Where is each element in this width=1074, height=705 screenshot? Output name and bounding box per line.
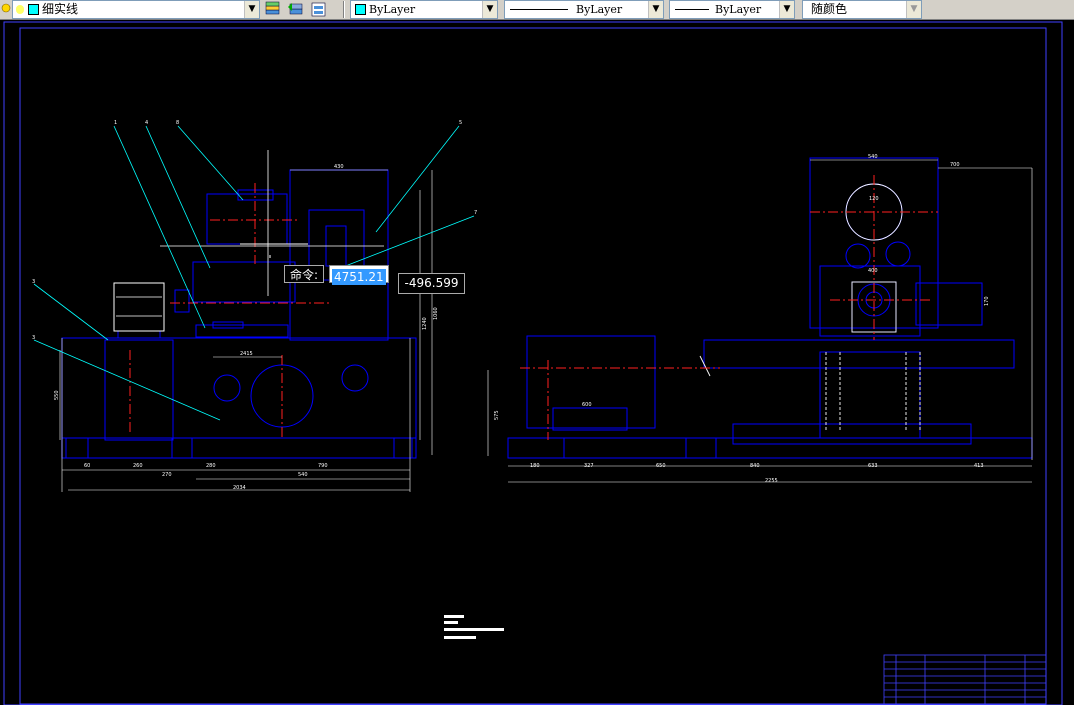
lineweight-control-value: ByLayer	[715, 3, 762, 16]
properties-toolbar: 细实线 ▼ ByLayer ▼ ByLayer ▼ ByLayer ▼ 随颜色 …	[0, 0, 1074, 20]
linetype-control-combo[interactable]: ByLayer ▼	[504, 0, 664, 19]
right-view	[487, 157, 1033, 483]
layer-previous-icon[interactable]	[286, 1, 306, 18]
dim-label: 400	[868, 268, 878, 274]
command-prompt-label: 命令:	[284, 265, 324, 283]
balloon-label: 1	[114, 120, 117, 126]
chevron-down-icon[interactable]: ▼	[779, 1, 794, 18]
linetype-name-combo[interactable]: 细实线 ▼	[12, 0, 260, 19]
linetype-control-value: ByLayer	[576, 3, 623, 16]
dim-label: 540	[298, 472, 308, 478]
lineweight-control-combo[interactable]: ByLayer ▼	[669, 0, 795, 19]
dim-label: 2415	[240, 351, 253, 357]
dim-label: 1060	[433, 307, 439, 320]
dim-label: 1240	[422, 317, 428, 330]
dim-label: 120	[869, 196, 879, 202]
balloon-label: 7	[474, 210, 477, 216]
dim-label: 60	[84, 463, 90, 469]
dim-label: 550	[54, 390, 60, 400]
dim-label: 540	[868, 154, 878, 160]
lightbulb-icon	[16, 5, 24, 14]
layer-states-icon[interactable]	[309, 1, 329, 18]
dim-label: 180	[530, 463, 540, 469]
balloon-label: 3	[32, 335, 35, 341]
linetype-name-value: 细实线	[42, 2, 79, 16]
lineweight-sample	[675, 9, 709, 10]
dim-label: 633	[868, 463, 878, 469]
dim-label: 270	[162, 472, 172, 478]
dim-label: 2255	[765, 478, 778, 484]
color-control-value: ByLayer	[369, 3, 416, 16]
balloon-label: 4	[145, 120, 148, 126]
balloon-label: 3	[32, 279, 35, 285]
chevron-down-icon[interactable]: ▼	[244, 1, 259, 18]
chevron-down-icon[interactable]: ▼	[482, 1, 497, 18]
dim-label: 170	[984, 296, 990, 306]
dim-label: 650	[656, 463, 666, 469]
linetype-sample	[510, 9, 568, 10]
color-control-combo[interactable]: ByLayer ▼	[350, 0, 498, 19]
dim-label: 600	[582, 402, 592, 408]
dim-label: 2034	[233, 485, 246, 491]
dim-label: 840	[750, 463, 760, 469]
dim-label: 280	[206, 463, 216, 469]
drawing-border	[3, 21, 1063, 705]
color-swatch	[355, 4, 366, 15]
chevron-down-icon[interactable]: ▼	[648, 1, 663, 18]
dim-label: 260	[133, 463, 143, 469]
chevron-down-icon[interactable]: ▼	[906, 1, 921, 18]
plotstyle-control-value: 随颜色	[811, 2, 848, 16]
dim-label: 327	[584, 463, 594, 469]
make-object-layer-current-icon[interactable]	[263, 1, 283, 18]
toolbar-separator	[343, 1, 345, 18]
dim-label: 790	[318, 463, 328, 469]
dim-label: 413	[974, 463, 984, 469]
color-swatch	[28, 4, 39, 15]
balloon-label: 5	[459, 120, 462, 126]
dim-label: 430	[334, 164, 344, 170]
notes	[444, 615, 504, 639]
coordinate-x-input[interactable]: 4751.21	[329, 265, 389, 285]
plotstyle-control-combo[interactable]: 随颜色 ▼	[802, 0, 922, 19]
coordinate-x-value: 4751.21	[332, 269, 386, 285]
coordinate-y-input[interactable]: -496.599	[398, 273, 465, 294]
balloon-label: 8	[176, 120, 179, 126]
dimension-labels: 1 4 8 5 7 3 3 60 260 280 790 270 540 203…	[32, 120, 990, 491]
layer-state-icons[interactable]	[0, 0, 12, 19]
dim-label: 575	[494, 410, 500, 420]
dim-label: 700	[950, 162, 960, 168]
title-block	[883, 654, 1047, 705]
drawing-canvas[interactable]: 1 4 8 5 7 3 3 60 260 280 790 270 540 203…	[0, 20, 1074, 705]
motor-block	[113, 282, 165, 332]
left-view	[33, 125, 475, 492]
